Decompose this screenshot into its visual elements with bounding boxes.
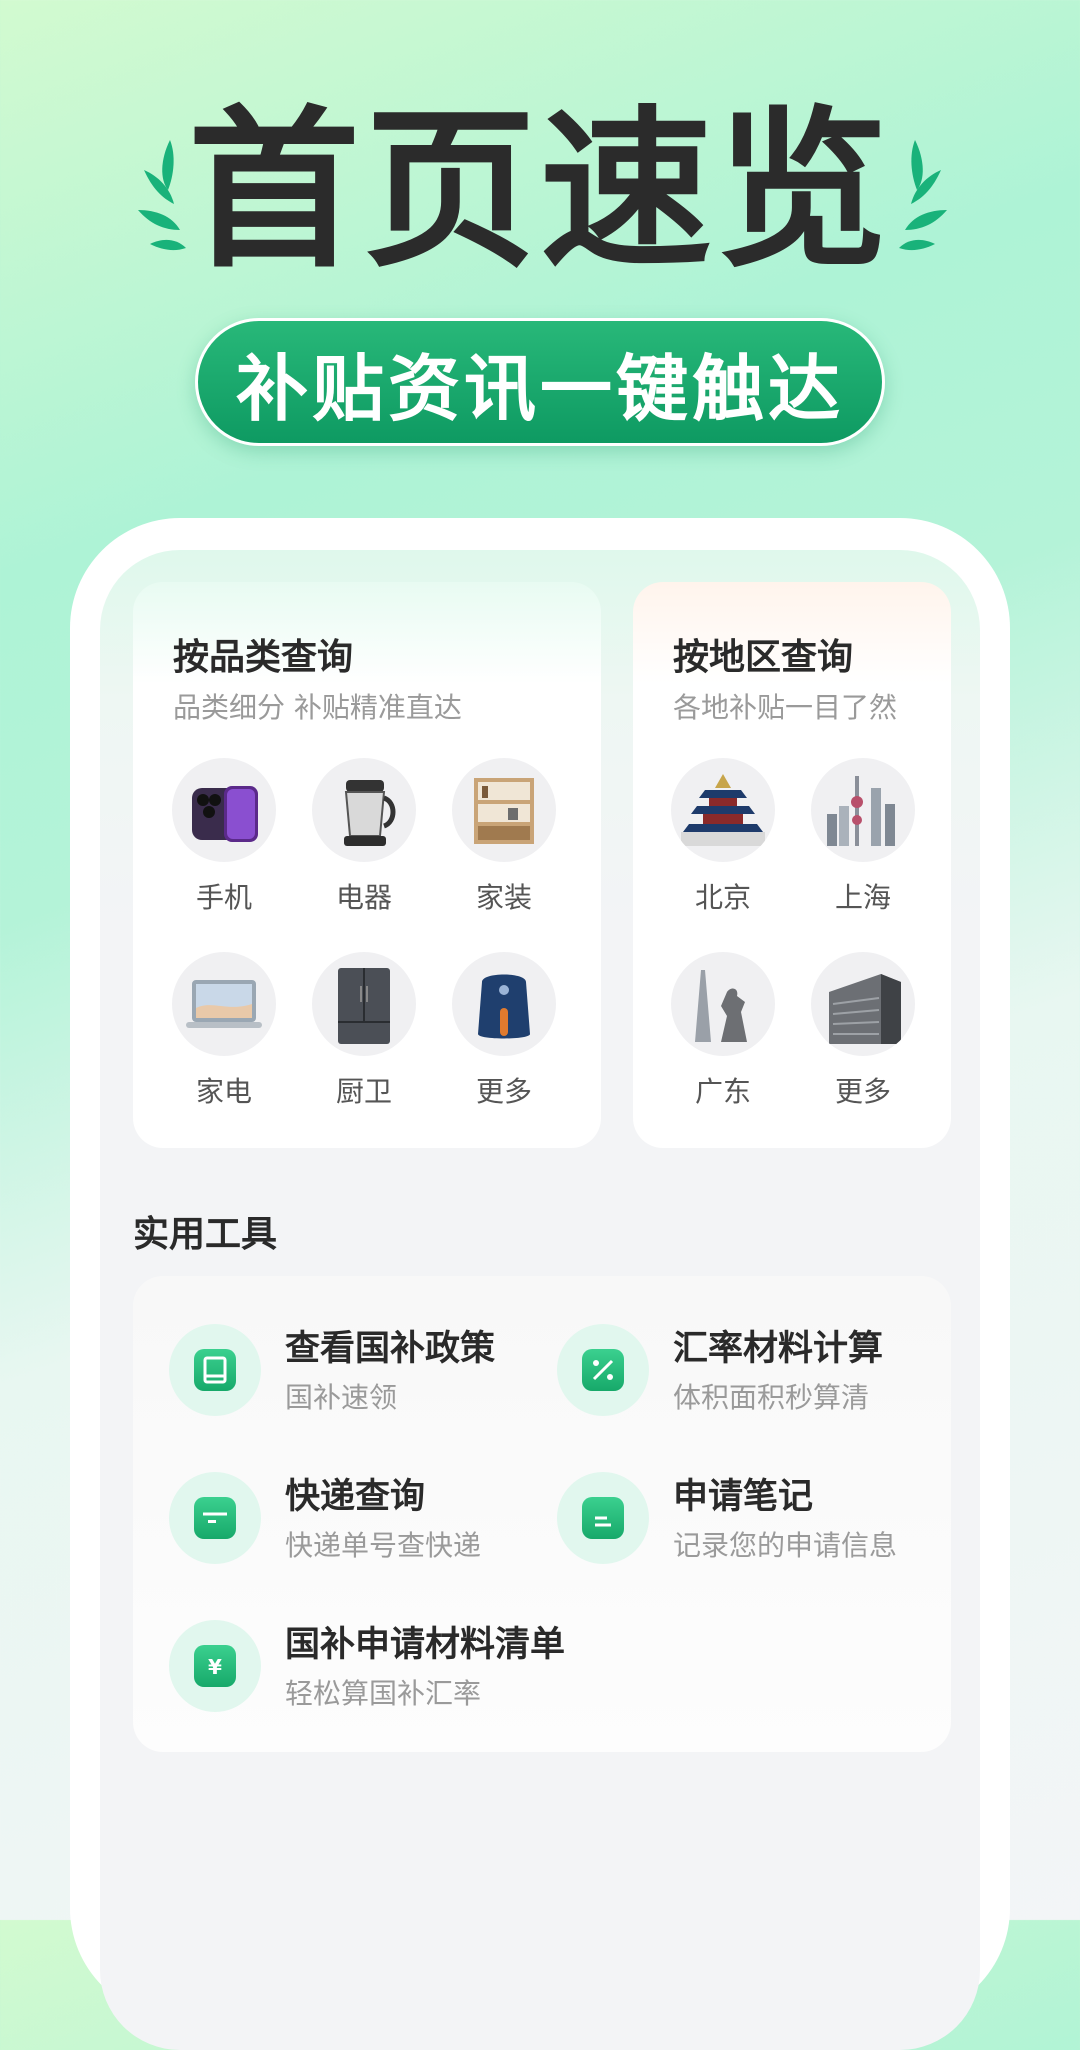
hero-banner: 补贴资讯一键触达 [195, 318, 885, 446]
tool-rate-calculator[interactable]: 汇率材料计算 体积面积秒算清 [557, 1320, 947, 1420]
tool-title: 汇率材料计算 [673, 1329, 884, 1369]
region-item-more[interactable]: 更多 [793, 952, 933, 1110]
book-icon [169, 1324, 261, 1416]
building-icon [811, 952, 915, 1056]
region-query-card[interactable]: 按地区查询 各地补贴一目了然 北京 上海 广东 更多 [633, 582, 951, 1148]
tool-application-notes[interactable]: 申请笔记 记录您的申请信息 [557, 1468, 947, 1568]
percent-icon [557, 1324, 649, 1416]
skyline-icon [811, 758, 915, 862]
region-item-beijing[interactable]: 北京 [653, 758, 793, 916]
category-item-appliance[interactable]: 电器 [294, 758, 434, 916]
tool-subtitle: 国补速领 [285, 1381, 398, 1414]
blender-icon [312, 758, 416, 862]
tool-title: 快递查询 [285, 1477, 426, 1517]
laptop-icon [172, 952, 276, 1056]
phone-icon [172, 758, 276, 862]
tool-materials-checklist[interactable]: ¥ 国补申请材料清单 轻松算国补汇率 [169, 1616, 769, 1716]
tool-title: 申请笔记 [673, 1477, 814, 1517]
tower-icon [671, 952, 775, 1056]
category-item-home-decor[interactable]: 家装 [434, 758, 574, 916]
region-card-subtitle: 各地补贴一目了然 [673, 691, 898, 724]
category-item-phone[interactable]: 手机 [154, 758, 294, 916]
category-query-card[interactable]: 按品类查询 品类细分 补贴精准直达 手机 电器 家装 家电 厨卫 更多 [133, 582, 601, 1148]
temple-icon [671, 758, 775, 862]
tool-subtitle: 记录您的申请信息 [673, 1529, 898, 1562]
category-label: 家装 [475, 881, 532, 914]
region-label: 上海 [834, 881, 891, 914]
tool-subtitle: 体积面积秒算清 [673, 1381, 870, 1414]
category-label: 手机 [195, 881, 252, 914]
shelf-icon [452, 758, 556, 862]
tool-policy[interactable]: 查看国补政策 国补速领 [169, 1320, 559, 1420]
category-item-home-appliance[interactable]: 家电 [154, 952, 294, 1110]
category-item-more[interactable]: 更多 [434, 952, 574, 1110]
category-card-subtitle: 品类细分 补贴精准直达 [173, 691, 462, 724]
region-item-shanghai[interactable]: 上海 [793, 758, 933, 916]
document-icon [557, 1472, 649, 1564]
tool-express-query[interactable]: 快递查询 快递单号查快递 [169, 1468, 559, 1568]
hero-title: 首页速览 [188, 90, 892, 291]
category-label: 更多 [475, 1075, 532, 1108]
region-card-title: 按地区查询 [673, 637, 854, 678]
category-card-title: 按品类查询 [173, 637, 354, 678]
svg-text:¥: ¥ [208, 1655, 222, 1679]
category-item-kitchen-bath[interactable]: 厨卫 [294, 952, 434, 1110]
tool-subtitle: 快递单号查快递 [285, 1529, 482, 1562]
category-label: 家电 [195, 1075, 252, 1108]
tool-title: 查看国补政策 [285, 1329, 496, 1369]
category-label: 电器 [335, 881, 392, 914]
region-label: 北京 [694, 881, 751, 914]
fryer-icon [452, 952, 556, 1056]
tool-subtitle: 轻松算国补汇率 [285, 1677, 482, 1710]
region-item-guangdong[interactable]: 广东 [653, 952, 793, 1110]
yuan-icon: ¥ [169, 1620, 261, 1712]
category-label: 厨卫 [335, 1075, 392, 1108]
region-label: 广东 [694, 1075, 751, 1108]
tools-panel: 查看国补政策 国补速领 汇率材料计算 体积面积秒算清 快递查询 快递单号查快递 … [133, 1276, 951, 1752]
region-label: 更多 [834, 1075, 891, 1108]
package-icon [169, 1472, 261, 1564]
tool-title: 国补申请材料清单 [285, 1625, 566, 1665]
tools-section-title: 实用工具 [133, 1214, 278, 1255]
fridge-icon [312, 952, 416, 1056]
